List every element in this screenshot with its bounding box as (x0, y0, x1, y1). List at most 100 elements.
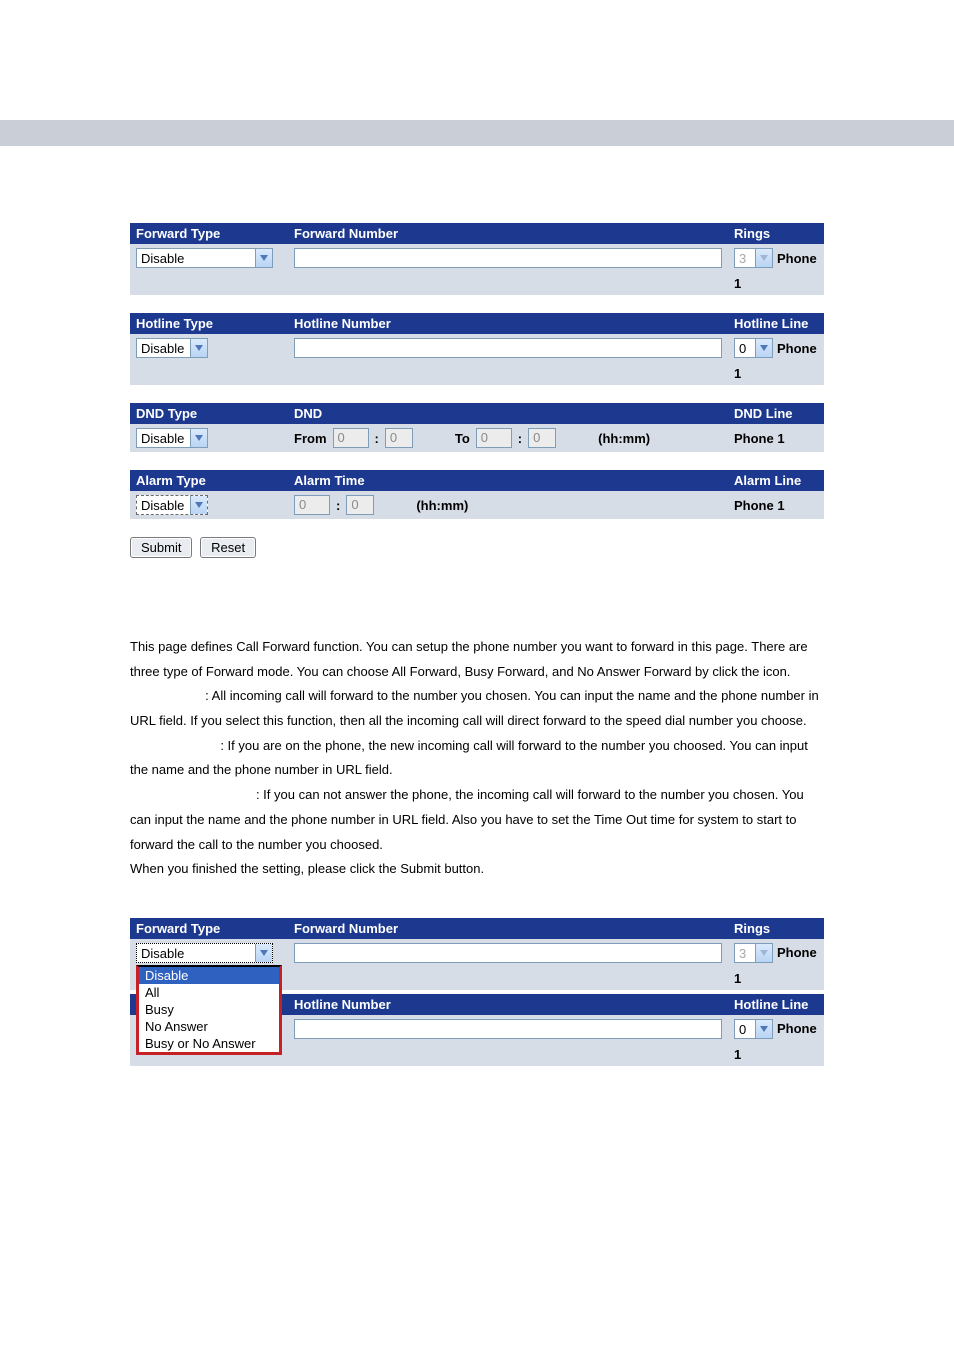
chevron-down-icon (190, 429, 207, 447)
hotline-phone-value: 1 (728, 1043, 824, 1066)
chevron-down-icon (755, 249, 772, 267)
na-forward-label: No Answer Forward (130, 787, 252, 802)
alarm-table: Alarm Type Alarm Time Alarm Line Disable… (130, 470, 824, 519)
alarm-type-value: Disable (137, 496, 190, 514)
rings-select[interactable]: 3 (734, 943, 773, 963)
hdr-hotline-line: Hotline Line (728, 994, 824, 1015)
forward-type-dropdown-open[interactable]: Disable Disable All Busy No Answer Busy … (136, 943, 282, 963)
hotline-line-value: 0 (735, 1020, 755, 1038)
cell-forward-type: Disable (130, 244, 288, 272)
phone-label: Phone (777, 1021, 817, 1036)
hdr-dnd: DND (288, 403, 728, 424)
chevron-down-icon (755, 339, 772, 357)
hdr-rings: Rings (728, 223, 824, 244)
hhmm-unit: (hh:mm) (598, 431, 650, 446)
forward-number-input[interactable] (294, 248, 722, 268)
page-title: Forward Setting (130, 186, 824, 207)
hdr-hotline-number: Hotline Number (288, 994, 728, 1015)
cell-rings: 3 Phone (728, 244, 824, 272)
hotline-line-value: 0 (735, 339, 755, 357)
cell-dnd-time: From 0 : 0 To 0 : 0 (hh:mm) (288, 424, 728, 452)
doc-section: This page defines Call Forward function.… (130, 635, 824, 882)
alarm-minute-input[interactable]: 0 (346, 495, 374, 515)
dnd-to-minute-input[interactable]: 0 (528, 428, 556, 448)
rings-select[interactable]: 3 (734, 248, 773, 268)
phone-label: Phone (777, 341, 817, 356)
dnd-from-hour-input[interactable]: 0 (333, 428, 369, 448)
hdr-dnd-line: DND Line (728, 403, 824, 424)
rings-value: 3 (735, 249, 755, 267)
busy-forward-body: : If you are on the phone, the new incom… (130, 738, 808, 778)
forward-type-value: Disable (137, 249, 255, 267)
hdr-forward-number: Forward Number (288, 918, 728, 939)
cell-hotline-number (288, 1015, 728, 1043)
hotline-type-select[interactable]: Disable (136, 338, 208, 358)
cell-hotline-type: Disable (130, 334, 288, 362)
busy-forward-label: Busy Forward (130, 738, 217, 753)
forward-phone-value: 1 (728, 967, 824, 990)
dnd-line-value: Phone 1 (728, 424, 824, 452)
hotline-phone-value: 1 (728, 362, 824, 385)
cell-forward-type: Disable Disable All Busy No Answer Busy … (130, 939, 288, 967)
forward-type-option[interactable]: No Answer (139, 1018, 279, 1035)
phone-label: Phone (777, 945, 817, 960)
colon-separator: : (375, 431, 379, 446)
dnd-from-minute-input[interactable]: 0 (385, 428, 413, 448)
chevron-down-icon (190, 496, 207, 514)
hotline-table: Hotline Type Hotline Number Hotline Line… (130, 313, 824, 385)
chevron-down-icon (190, 339, 207, 357)
cell-hotline-number (288, 334, 728, 362)
alarm-hour-input[interactable]: 0 (294, 495, 330, 515)
chevron-down-icon (755, 944, 772, 962)
dnd-to-hour-input[interactable]: 0 (476, 428, 512, 448)
dnd-type-select[interactable]: Disable (136, 428, 208, 448)
alarm-line-value: Phone 1 (728, 491, 824, 519)
hdr-forward-number: Forward Number (288, 223, 728, 244)
hotline-line-select[interactable]: 0 (734, 1019, 773, 1039)
forward-type-option[interactable]: Disable (139, 967, 279, 984)
forward-phone-value: 1 (728, 272, 824, 295)
colon-separator: : (336, 498, 340, 513)
colon-separator: : (518, 431, 522, 446)
forward-type-select[interactable]: Disable (136, 248, 273, 268)
cell-forward-number (288, 244, 728, 272)
forward-type-option[interactable]: All (139, 984, 279, 1001)
reset-button[interactable]: Reset (200, 537, 256, 558)
forward-table: Forward Type Forward Number Rings Disabl… (130, 223, 824, 295)
alarm-type-select[interactable]: Disable (136, 495, 208, 515)
forward-type-option[interactable]: Busy or No Answer (139, 1035, 279, 1052)
dnd-table: DND Type DND DND Line Disable From (130, 403, 824, 452)
cell-alarm-time: 0 : 0 (hh:mm) (288, 491, 728, 519)
to-label: To (455, 431, 470, 446)
chevron-down-icon (255, 944, 272, 962)
cell-dnd-type: Disable (130, 424, 288, 452)
cell-alarm-type: Disable (130, 491, 288, 519)
hdr-hotline-line: Hotline Line (728, 313, 824, 334)
cell-rings: 3 Phone (728, 939, 824, 967)
hotline-number-input[interactable] (294, 1019, 722, 1039)
hdr-forward-type: Forward Type (130, 223, 288, 244)
chevron-down-icon (755, 1020, 772, 1038)
hdr-forward-type: Forward Type (130, 918, 288, 939)
hdr-dnd-type: DND Type (130, 403, 288, 424)
forward-type-option-list: Disable All Busy No Answer Busy or No An… (136, 965, 282, 1055)
button-bar: Submit Reset (130, 537, 824, 558)
all-forward-label: All Forward (130, 688, 202, 703)
hotline-number-input[interactable] (294, 338, 722, 358)
hdr-hotline-type: Hotline Type (130, 313, 288, 334)
submit-button[interactable]: Submit (130, 537, 192, 558)
cell-forward-number (288, 939, 728, 967)
hdr-rings: Rings (728, 918, 824, 939)
top-banner (0, 120, 954, 146)
chevron-down-icon (255, 249, 272, 267)
forward-type-selected: Disable (137, 944, 255, 962)
all-forward-body: : All incoming call will forward to the … (130, 688, 819, 728)
hdr-alarm-line: Alarm Line (728, 470, 824, 491)
doc-closing: When you finished the setting, please cl… (130, 857, 824, 882)
forward-type-option[interactable]: Busy (139, 1001, 279, 1018)
cell-hotline-line: 0 Phone (728, 334, 824, 362)
forward-number-input[interactable] (294, 943, 722, 963)
hdr-alarm-time: Alarm Time (288, 470, 728, 491)
hotline-line-select[interactable]: 0 (734, 338, 773, 358)
cell-hotline-line: 0 Phone (728, 1015, 824, 1043)
